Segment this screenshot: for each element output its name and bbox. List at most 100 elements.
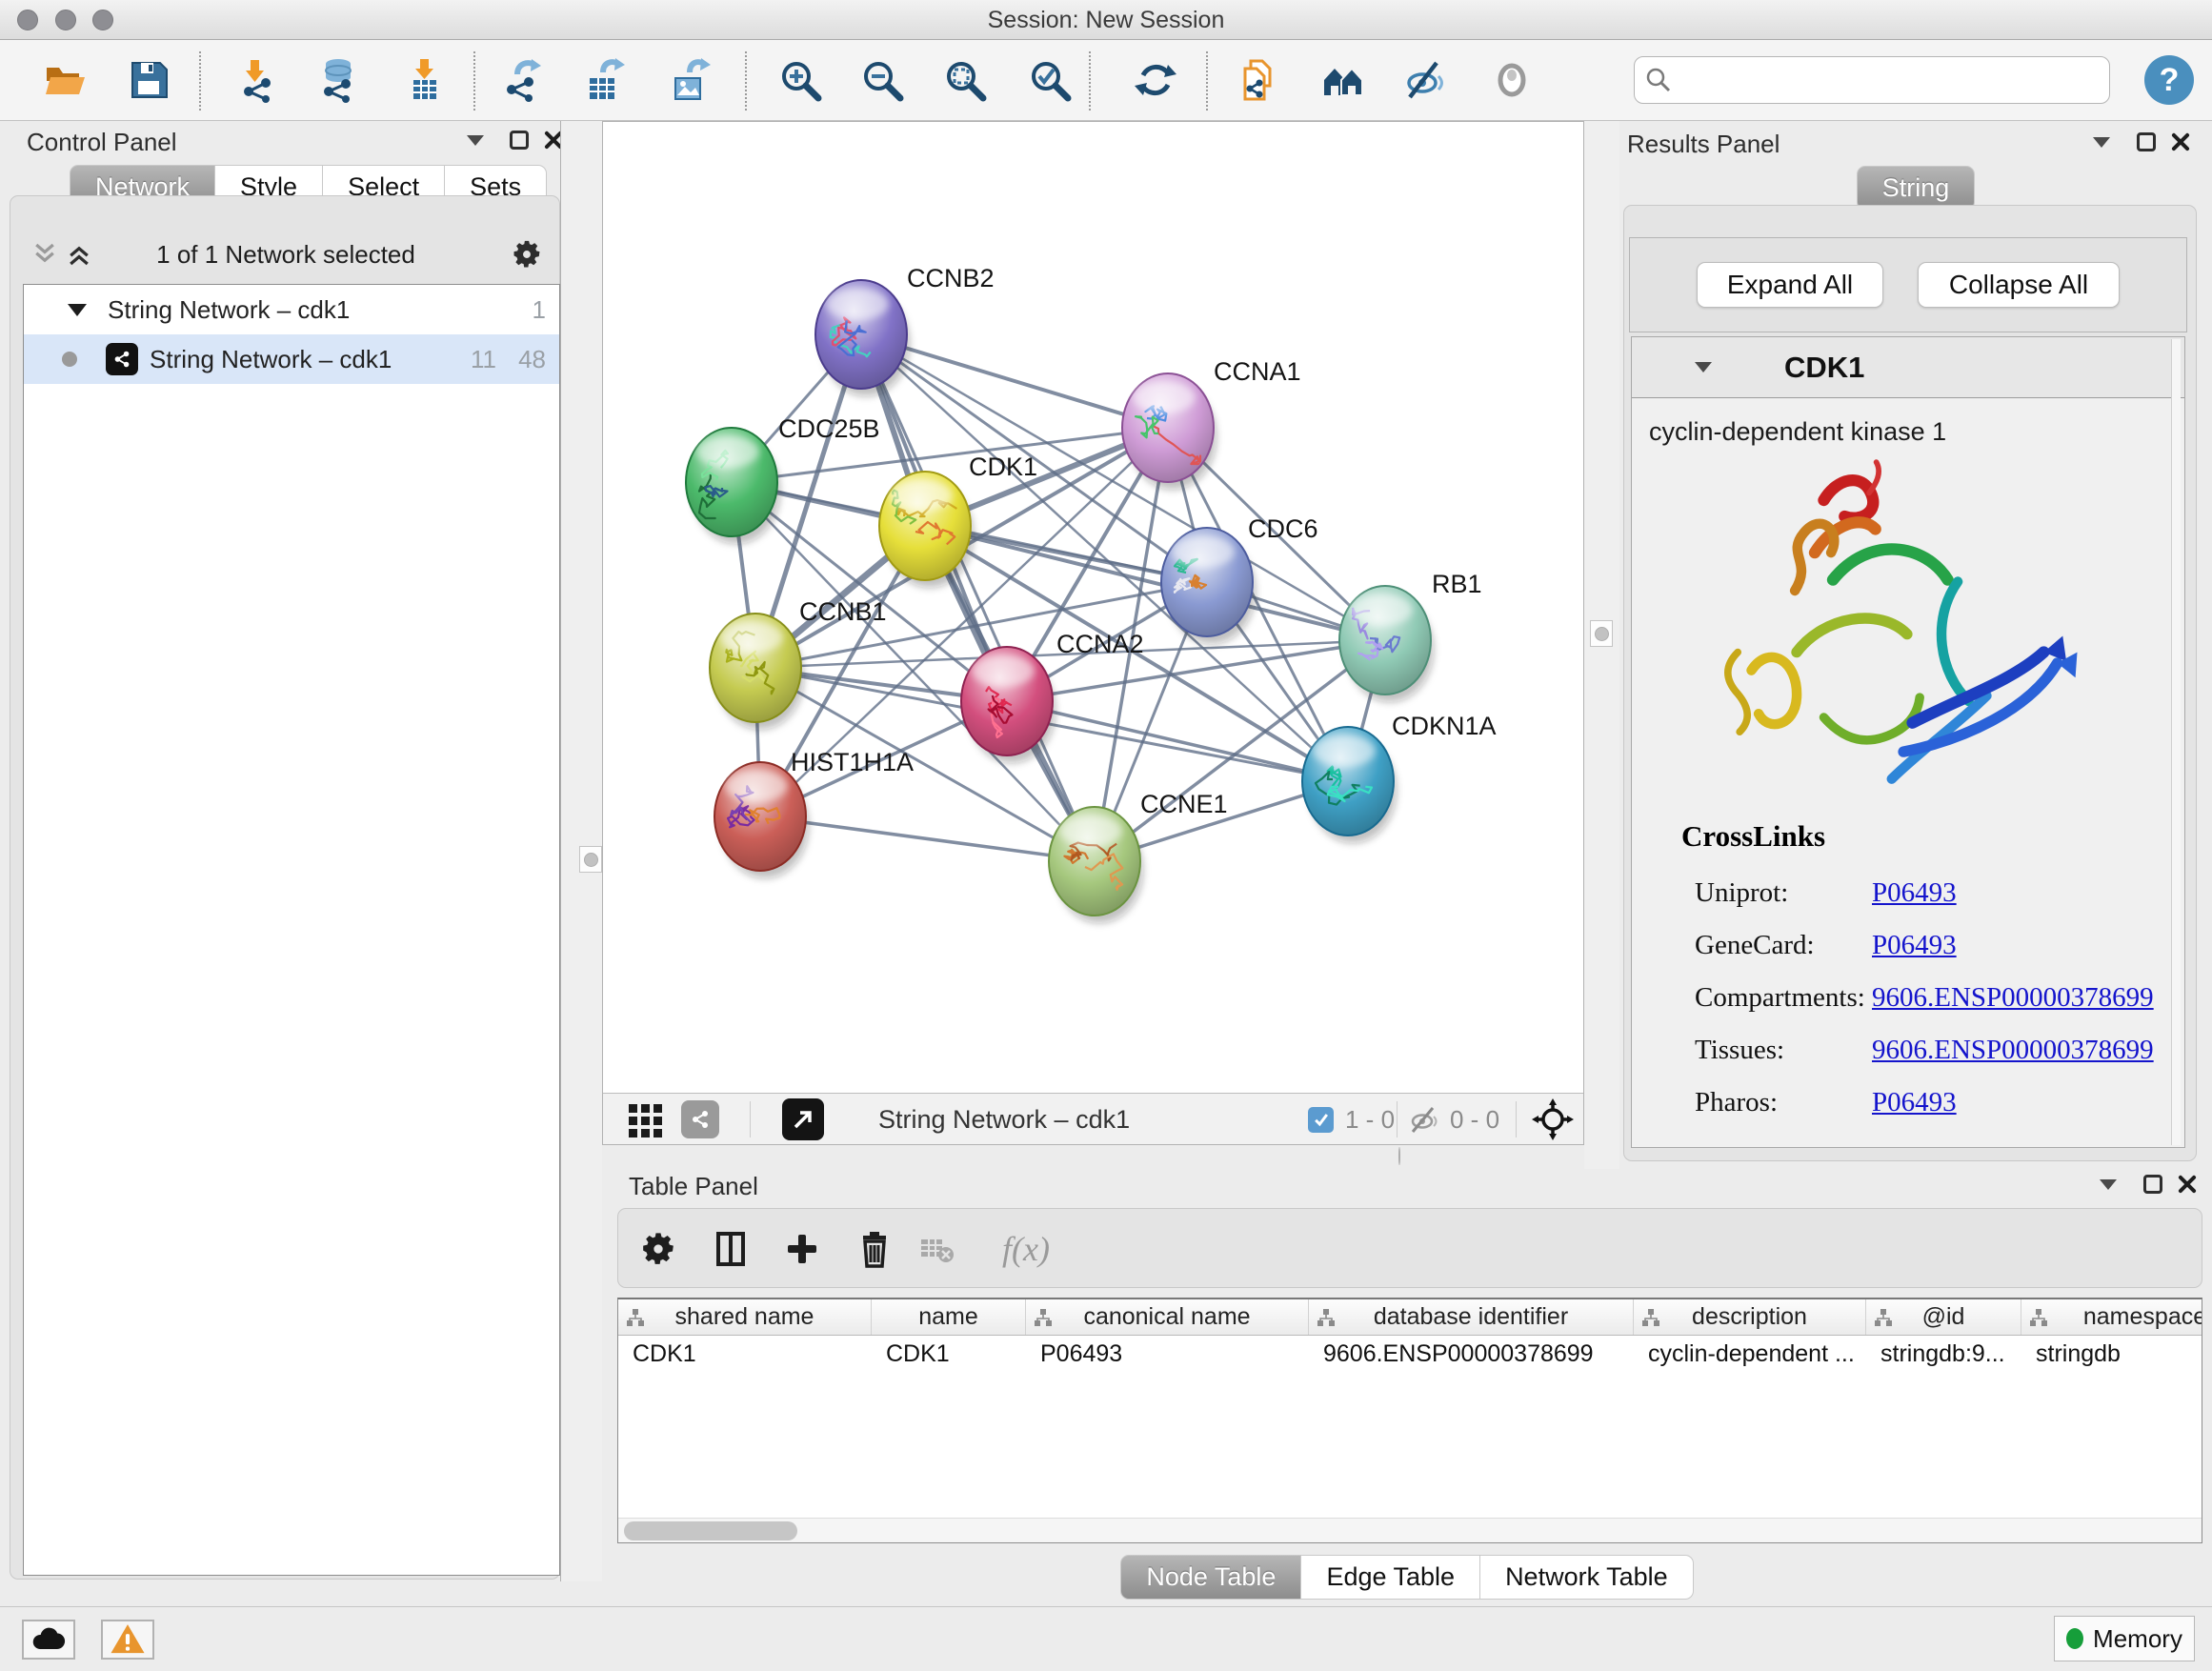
network-node-CCNE1[interactable]: CCNE1 (1049, 790, 1228, 923)
crosslink-row: Tissues:9606.ENSP00000378699 (1632, 1024, 2165, 1077)
crosslink-label: Pharos: (1695, 1087, 1872, 1118)
node-table: shared namenamecanonical namedatabase id… (617, 1298, 2202, 1543)
crosslink-link[interactable]: P06493 (1872, 1087, 1957, 1118)
cloud-status-button[interactable] (22, 1620, 75, 1660)
show-columns-icon[interactable] (706, 1222, 755, 1276)
show-grid-icon[interactable] (627, 1100, 665, 1138)
right-splitter-grip[interactable] (1590, 620, 1613, 647)
network-node-CDKN1A[interactable]: CDKN1A (1302, 712, 1497, 843)
global-search-field[interactable] (1634, 56, 2110, 104)
crosslink-link[interactable]: P06493 (1872, 930, 1957, 961)
node-description: cyclin-dependent kinase 1 (1649, 417, 1946, 447)
table-cell[interactable]: CDK1 (872, 1340, 1026, 1368)
warnings-button[interactable] (101, 1620, 154, 1660)
float-panel-icon[interactable] (510, 131, 529, 150)
network-node-CCNB2[interactable]: CCNB2 (815, 264, 995, 396)
clone-network-icon[interactable] (1232, 53, 1285, 107)
panel-menu-caret-icon[interactable] (2100, 1179, 2117, 1190)
memory-button[interactable]: Memory (2054, 1616, 2195, 1661)
table-cell[interactable]: P06493 (1026, 1340, 1309, 1368)
float-panel-icon[interactable] (2143, 1175, 2162, 1194)
selected-checkbox-icon[interactable] (1308, 1107, 1334, 1133)
column-header-canonical-name[interactable]: canonical name (1026, 1299, 1309, 1335)
network-row-selected[interactable]: String Network – cdk1 11 48 (24, 334, 559, 384)
column-header--id[interactable]: @id (1866, 1299, 2021, 1335)
search-input[interactable] (1682, 66, 2109, 94)
crosslink-link[interactable]: 9606.ENSP00000378699 (1872, 1035, 2154, 1066)
import-database-icon[interactable] (312, 53, 365, 107)
table-hscrollbar[interactable] (618, 1518, 2202, 1542)
tab-string[interactable]: String (1857, 166, 1976, 211)
refresh-icon[interactable] (1129, 53, 1182, 107)
column-header-name[interactable]: name (872, 1299, 1026, 1335)
add-column-icon[interactable] (777, 1222, 827, 1276)
network-node-HIST1H1A[interactable]: HIST1H1A (714, 748, 914, 878)
table-cell[interactable]: stringdb (2021, 1340, 2202, 1368)
right-splitter[interactable] (1584, 121, 1619, 1169)
import-network-icon[interactable] (231, 53, 285, 107)
crosslink-label: Uniprot: (1695, 877, 1872, 909)
zoom-in-icon[interactable] (774, 53, 827, 107)
export-network-icon[interactable] (496, 53, 550, 107)
tab-network-table[interactable]: Network Table (1480, 1555, 1694, 1600)
zoom-fit-icon[interactable] (938, 53, 992, 107)
network-view: CCNB2CCNA1CDC25BCDK1CDC6RB1CCNB1CCNA2CDK… (602, 121, 1584, 1145)
panel-menu-caret-icon[interactable] (467, 135, 484, 146)
column-header-shared-name[interactable]: shared name (618, 1299, 872, 1335)
network-share-toggle-icon[interactable] (681, 1100, 719, 1138)
horizontal-splitter-grip[interactable] (1398, 1148, 1400, 1165)
table-row[interactable]: CDK1CDK1P064939606.ENSP00000378699cyclin… (618, 1336, 2202, 1372)
left-splitter-grip[interactable] (579, 846, 602, 873)
expand-all-button[interactable]: Expand All (1697, 262, 1883, 308)
table-hscrollbar-thumb[interactable] (624, 1521, 797, 1540)
results-scrollbar-track[interactable] (2171, 339, 2181, 1145)
hide-glyphs-icon[interactable] (1399, 53, 1453, 107)
zoom-out-icon[interactable] (855, 53, 909, 107)
node-result-header[interactable]: CDK1 (1632, 337, 2184, 398)
fit-content-crosshair-icon[interactable] (1532, 1100, 1574, 1138)
help-button[interactable]: ? (2144, 55, 2194, 105)
hidden-indicator[interactable]: 0 - 0 (1408, 1100, 1499, 1138)
float-panel-icon[interactable] (2137, 132, 2156, 151)
export-image-icon[interactable] (663, 53, 716, 107)
section-collapse-caret-icon[interactable] (1695, 362, 1712, 372)
table-cell[interactable]: 9606.ENSP00000378699 (1309, 1340, 1634, 1368)
toolbar-separator (1206, 51, 1208, 111)
edge-count: 48 (518, 345, 546, 374)
import-table-icon[interactable] (398, 53, 452, 107)
close-panel-icon[interactable] (2170, 131, 2191, 152)
birds-eye-view-icon[interactable] (782, 1100, 824, 1138)
zoom-selected-icon[interactable] (1023, 53, 1076, 107)
home-networks-icon[interactable] (1317, 53, 1370, 107)
show-glyphs-icon[interactable] (1485, 53, 1538, 107)
left-splitter[interactable] (560, 121, 602, 1581)
tab-edge-table[interactable]: Edge Table (1301, 1555, 1480, 1600)
open-session-icon[interactable] (38, 53, 91, 107)
column-header-database-identifier[interactable]: database identifier (1309, 1299, 1634, 1335)
table-cell[interactable]: CDK1 (618, 1340, 872, 1368)
node-label: CDC25B (778, 414, 880, 443)
crosslink-link[interactable]: 9606.ENSP00000378699 (1872, 982, 2154, 1014)
selected-indicator[interactable]: 1 - 0 (1308, 1100, 1395, 1138)
export-table-icon[interactable] (578, 53, 632, 107)
save-session-icon[interactable] (123, 53, 176, 107)
crosslink-link[interactable]: P06493 (1872, 877, 1957, 909)
column-header-description[interactable]: description (1634, 1299, 1866, 1335)
collapse-all-button[interactable]: Collapse All (1918, 262, 2120, 308)
panel-menu-caret-icon[interactable] (2093, 137, 2110, 148)
table-settings-gear-icon[interactable] (633, 1222, 683, 1276)
node-label: CDC6 (1248, 514, 1318, 543)
network-node-CDC6[interactable]: CDC6 (1161, 514, 1318, 644)
collection-expand-icon[interactable] (68, 304, 87, 316)
network-node-RB1[interactable]: RB1 (1339, 570, 1482, 702)
tab-node-table[interactable]: Node Table (1120, 1555, 1301, 1600)
network-node-CDK1[interactable]: CDK1 (879, 453, 1037, 588)
network-collection-row[interactable]: String Network – cdk1 1 (24, 285, 559, 334)
table-cell[interactable]: stringdb:9... (1866, 1340, 2021, 1368)
delete-column-icon[interactable] (850, 1222, 899, 1276)
table-cell[interactable]: cyclin-dependent ... (1634, 1340, 1866, 1368)
close-panel-icon[interactable] (2177, 1174, 2198, 1195)
network-canvas[interactable]: CCNB2CCNA1CDC25BCDK1CDC6RB1CCNB1CCNA2CDK… (603, 122, 1583, 1093)
network-options-gear-icon[interactable] (511, 238, 543, 271)
column-header-namespace[interactable]: namespace (2021, 1299, 2202, 1335)
